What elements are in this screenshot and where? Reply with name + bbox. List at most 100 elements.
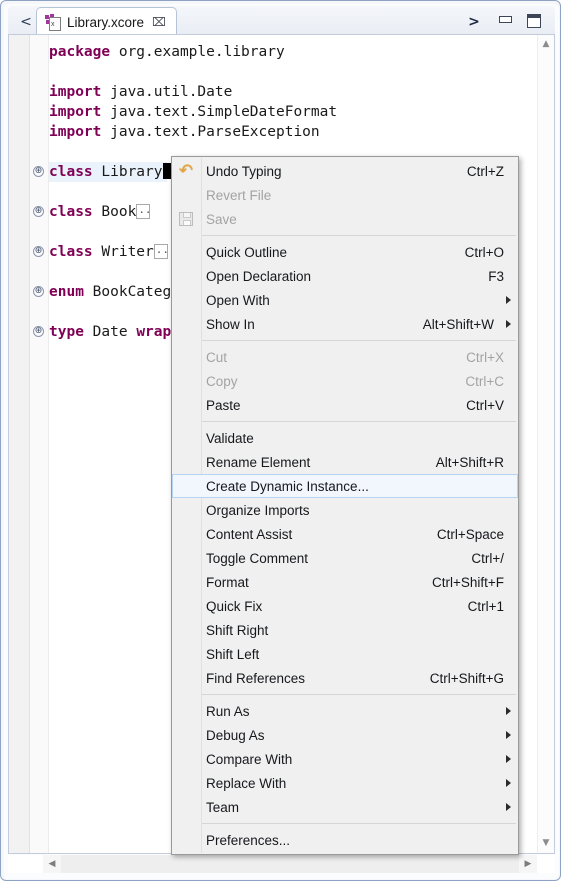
code-keyword: class [49,164,93,180]
code-line: class Writer [49,240,169,262]
menu-item-show-in[interactable]: Show In Alt+Shift+W [172,312,518,336]
menu-item-shortcut: Ctrl+O [464,244,504,260]
menu-item-label: Shift Right [206,622,269,638]
code-keyword: wrap [136,324,172,340]
menu-item-label: Copy [206,373,238,389]
collapsed-block-marker[interactable] [136,200,152,220]
fold-expand-icon[interactable]: ⊕ [33,326,44,337]
code-text: java.util.Date [101,84,233,100]
minimize-icon [499,16,512,23]
code-text: Book [92,204,137,220]
fold-expand-icon[interactable]: ⊕ [33,166,44,177]
menu-separator [202,823,516,824]
menu-item-label: Preferences... [206,832,291,848]
code-text: Library [92,164,163,180]
menu-item-content-assist[interactable]: Content Assist Ctrl+Space [172,522,518,546]
code-line: type Date wrap [49,322,171,342]
code-keyword: class [49,244,93,260]
menu-item-label: Content Assist [206,526,293,542]
code-line: import java.util.Date [49,82,232,102]
menu-item-label: Debug As [206,727,265,743]
menu-item-rename-element[interactable]: Rename Element Alt+Shift+R [172,450,518,474]
menu-item-quick-outline[interactable]: Quick Outline Ctrl+O [172,240,518,264]
menu-item-validate[interactable]: Validate [172,426,518,450]
editor-folding-ruler[interactable]: ⊕ ⊕ ⊕ ⊕ ⊕ [30,35,49,853]
close-icon[interactable]: ⌧ [152,15,166,29]
scroll-right-arrow-icon[interactable]: ▶ [519,855,537,873]
menu-item-label: Paste [206,397,241,413]
code-line: class Library [49,162,172,182]
menu-item-label: Toggle Comment [206,550,309,566]
scroll-left-arrow-icon[interactable]: ◀ [43,855,61,873]
menu-item-label: Cut [206,349,228,365]
code-text: BookCateg [83,284,172,300]
collapsed-block-marker[interactable] [153,240,169,260]
maximize-icon [527,14,541,28]
code-keyword: import [49,104,102,120]
menu-item-label: Format [206,574,249,590]
menu-item-paste[interactable]: Paste Ctrl+V [172,393,518,417]
menu-item-shortcut: Ctrl+1 [467,598,504,614]
menu-item-shortcut: Ctrl+Space [436,526,504,542]
fold-expand-icon[interactable]: ⊕ [33,206,44,217]
menu-item-run-as[interactable]: Run As [172,699,518,723]
menu-item-format[interactable]: Format Ctrl+Shift+F [172,570,518,594]
code-text: Writer [92,244,154,260]
menu-item-label: Organize Imports [206,502,310,518]
horizontal-scrollbar-track[interactable] [43,855,537,873]
menu-item-undo-typing[interactable]: ↶ Undo Typing Ctrl+Z [172,159,518,183]
submenu-arrow-icon [506,707,511,715]
menu-item-label: Open With [206,292,270,308]
menu-item-shortcut: Ctrl+X [466,349,504,365]
menu-item-shortcut: Ctrl+V [466,397,504,413]
code-keyword: enum [49,284,84,300]
menu-item-shortcut: Alt+Shift+R [435,454,504,470]
submenu-arrow-icon [506,296,511,304]
menu-item-shift-right[interactable]: Shift Right [172,618,518,642]
submenu-arrow-icon [506,320,511,328]
editor-context-menu[interactable]: ↶ Undo Typing Ctrl+Z Revert File Save Quick O… [171,156,519,855]
menu-item-list: ↶ Undo Typing Ctrl+Z Revert File Save Quick O… [172,159,518,852]
fold-expand-icon[interactable]: ⊕ [33,286,44,297]
code-line: import java.text.ParseException [49,122,320,142]
menu-item-find-references[interactable]: Find References Ctrl+Shift+G [172,666,518,690]
submenu-arrow-icon [506,803,511,811]
previous-tab-chevron-icon[interactable]: < [16,12,36,32]
menu-item-open-declaration[interactable]: Open Declaration F3 [172,264,518,288]
menu-item-label: Show In [206,316,255,332]
vertical-scrollbar[interactable]: ▲ ▼ [537,35,554,853]
horizontal-scrollbar[interactable]: ◀ ▶ [8,855,555,873]
eclipse-editor-window: < x Library.xcore ⌧ > ⊕ ⊕ ⊕ ⊕ ⊕ package org.… [0,0,561,881]
submenu-arrow-icon [506,779,511,787]
menu-item-quick-fix[interactable]: Quick Fix Ctrl+1 [172,594,518,618]
menu-item-label: Quick Fix [206,598,263,614]
menu-item-label: Team [206,799,240,815]
tab-library-xcore[interactable]: x Library.xcore ⌧ [36,7,177,36]
xcore-file-icon: x [45,14,61,31]
maximize-button[interactable] [525,12,543,30]
menu-item-cut: Cut Ctrl+X [172,345,518,369]
minimize-button[interactable] [497,14,515,30]
menu-item-preferences[interactable]: Preferences... [172,828,518,852]
menu-item-organize-imports[interactable]: Organize Imports [172,498,518,522]
editor-tab-bar: < x Library.xcore ⌧ > [8,6,555,36]
scroll-down-arrow-icon[interactable]: ▼ [538,835,554,852]
menu-separator [202,421,516,422]
menu-item-label: Run As [206,703,250,719]
editor-annotation-ruler[interactable] [9,35,30,853]
next-tab-chevron-icon[interactable]: > [465,12,483,32]
menu-item-team[interactable]: Team [172,795,518,819]
menu-item-toggle-comment[interactable]: Toggle Comment Ctrl+/ [172,546,518,570]
scroll-up-arrow-icon[interactable]: ▲ [538,36,554,53]
menu-item-debug-as[interactable]: Debug As [172,723,518,747]
fold-expand-icon[interactable]: ⊕ [33,246,44,257]
save-icon [177,210,195,228]
code-keyword: import [49,124,102,140]
menu-item-shift-left[interactable]: Shift Left [172,642,518,666]
menu-item-shortcut: F3 [488,268,504,284]
menu-item-compare-with[interactable]: Compare With [172,747,518,771]
menu-item-create-dynamic-instance[interactable]: Create Dynamic Instance... [172,474,518,498]
menu-item-shortcut: Ctrl+Shift+F [431,574,504,590]
menu-item-open-with[interactable]: Open With [172,288,518,312]
menu-item-replace-with[interactable]: Replace With [172,771,518,795]
